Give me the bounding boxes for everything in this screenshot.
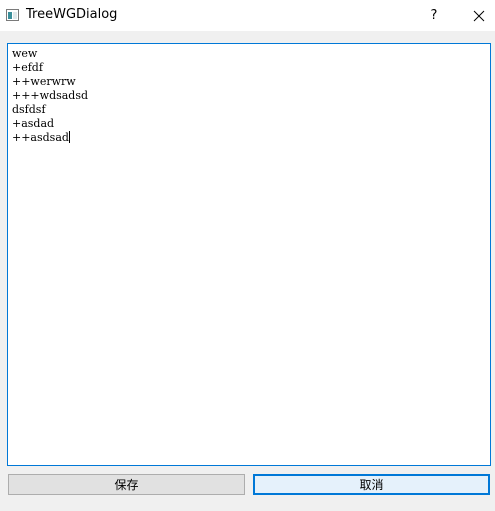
editor-line: ++werwrw xyxy=(12,75,76,88)
editor-line-text: ++asdsad xyxy=(12,131,69,144)
text-editor[interactable]: wew +efdf ++werwrw +++wdsadsd dsfdsf +as… xyxy=(7,43,491,466)
editor-content: wew +efdf ++werwrw +++wdsadsd dsfdsf +as… xyxy=(12,47,88,145)
help-button[interactable]: ? xyxy=(420,0,448,31)
editor-line: wew xyxy=(12,47,38,60)
dialog-window: TreeWGDialog ? wew +efdf ++werwrw +++wds… xyxy=(0,0,495,511)
close-icon xyxy=(473,10,484,21)
editor-line-last: ++asdsad xyxy=(12,131,88,145)
editor-line: +efdf xyxy=(12,61,43,74)
text-caret xyxy=(68,131,70,143)
editor-line: +asdad xyxy=(12,117,55,130)
title-bar[interactable]: TreeWGDialog ? xyxy=(0,0,495,31)
editor-line: dsfdsf xyxy=(12,103,46,116)
close-button[interactable] xyxy=(462,0,495,31)
save-button[interactable]: 保存 xyxy=(8,474,245,495)
bottom-strip xyxy=(0,504,495,511)
cancel-button[interactable]: 取消 xyxy=(253,474,490,495)
editor-line: +++wdsadsd xyxy=(12,89,89,102)
window-title: TreeWGDialog xyxy=(26,7,118,22)
window-app-icon xyxy=(6,9,19,21)
